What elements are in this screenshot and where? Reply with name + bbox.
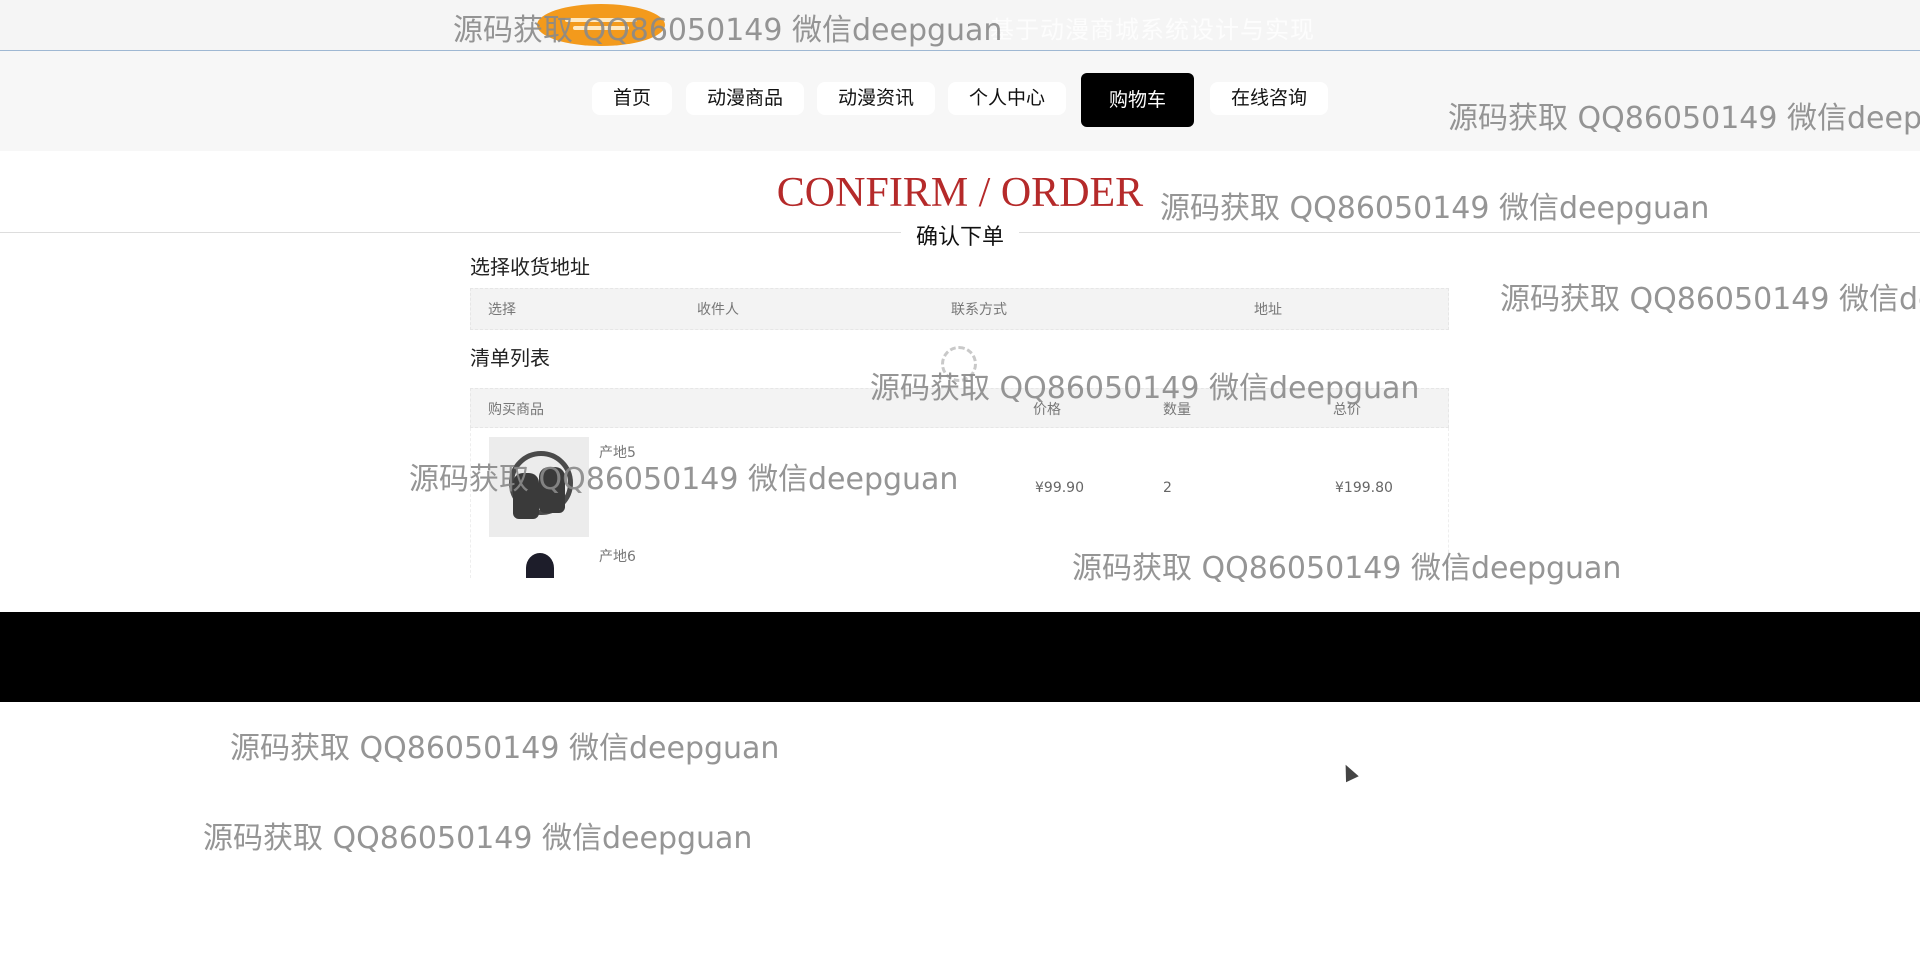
site-title: 基于动漫商城系统设计与实现 — [990, 16, 1315, 44]
page-footer — [0, 612, 1920, 702]
address-col-contact: 联系方式 — [951, 302, 1007, 318]
watermark: 源码获取 QQ86050149 微信deepguan — [409, 462, 959, 497]
watermark: 源码获取 QQ86050149 微信deepguan — [230, 731, 780, 766]
nav-personal-center[interactable]: 个人中心 — [948, 82, 1066, 115]
address-col-address: 地址 — [1254, 302, 1282, 318]
watermark: 源码获取 QQ86050149 微信deepguan — [870, 371, 1420, 406]
watermark: 源码获取 QQ86050149 微信deepguan — [1448, 101, 1920, 136]
order-section-label: 清单列表 — [470, 346, 550, 370]
mouse-cursor-icon — [1339, 761, 1359, 783]
watermark: 源码获取 QQ86050149 微信deepguan — [1072, 551, 1622, 586]
watermark: 源码获取 QQ86050149 微信deepguan — [453, 13, 1003, 48]
address-col-recipient: 收件人 — [697, 302, 739, 318]
product-image-shape — [526, 553, 554, 578]
nav-shopping-cart[interactable]: 购物车 — [1081, 73, 1194, 127]
product-quantity: 2 — [1163, 480, 1172, 496]
product-price: ¥99.90 — [1035, 480, 1084, 496]
nav-online-consult[interactable]: 在线咨询 — [1210, 82, 1328, 115]
product-name: 产地6 — [599, 549, 636, 565]
address-section-label: 选择收货地址 — [470, 255, 590, 279]
address-table-header: 选择 收件人 联系方式 地址 — [470, 288, 1449, 330]
watermark: 源码获取 QQ86050149 微信deepguan — [1500, 282, 1920, 317]
nav-anime-news[interactable]: 动漫资讯 — [817, 82, 935, 115]
order-col-product: 购买商品 — [488, 402, 544, 418]
nav-anime-products[interactable]: 动漫商品 — [686, 82, 804, 115]
product-total: ¥199.80 — [1335, 480, 1393, 496]
page-subtitle: 确认下单 — [901, 219, 1019, 251]
address-col-select: 选择 — [488, 302, 516, 318]
nav-home[interactable]: 首页 — [592, 82, 672, 115]
product-thumbnail[interactable] — [489, 549, 589, 578]
watermark: 源码获取 QQ86050149 微信deepguan — [1160, 191, 1710, 226]
watermark: 源码获取 QQ86050149 微信deepguan — [203, 821, 753, 856]
